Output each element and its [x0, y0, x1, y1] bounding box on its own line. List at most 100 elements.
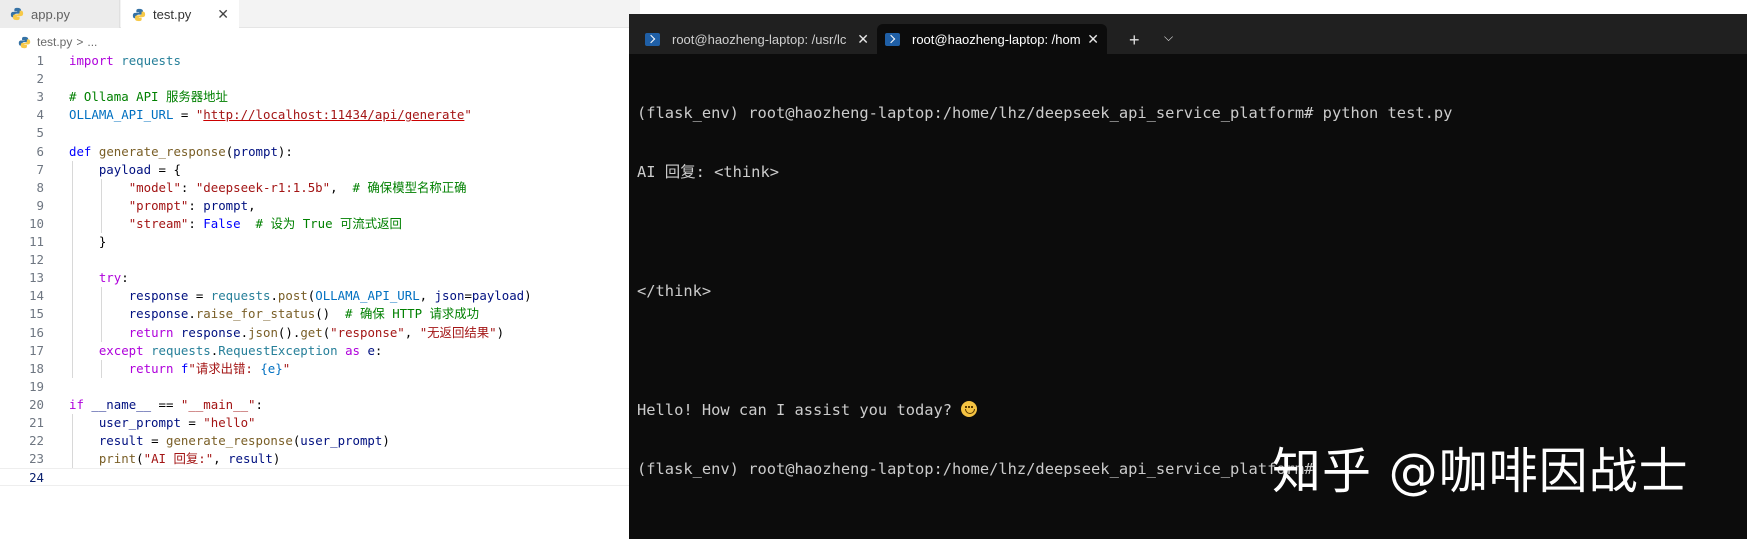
code-token: OLLAMA_API_URL — [69, 107, 174, 123]
code-text: response.raise_for_status() # 确保 HTTP 请求… — [69, 305, 479, 323]
python-file-icon — [132, 8, 146, 21]
line-number: 9 — [36, 197, 44, 213]
code-line[interactable]: 7 payload = { — [0, 161, 640, 179]
tab-test-py[interactable]: test.py ✕ — [121, 0, 239, 29]
terminal-line: (flask_env) root@haozheng-laptop:/home/l… — [637, 103, 1453, 122]
code-line[interactable]: 16 return response.json().get("response"… — [0, 324, 640, 342]
code-token: get — [300, 324, 323, 340]
code-line[interactable]: 4 OLLAMA_API_URL = "http://localhost:1143… — [0, 106, 640, 124]
code-token: (). — [277, 324, 301, 340]
code-token: try — [98, 270, 122, 286]
code-token: = — [143, 433, 166, 449]
code-token: requests — [121, 53, 181, 68]
code-token: payload — [471, 288, 525, 304]
code-line[interactable]: 17 except requests.RequestException as e… — [0, 342, 640, 360]
code-token: json — [434, 288, 465, 304]
code-line[interactable]: 22 result = generate_response(user_promp… — [0, 432, 640, 450]
code-token: # Ollama API 服务器地址 — [69, 89, 228, 105]
code-text: return response.json().get("response", "… — [69, 324, 504, 342]
code-token: return — [128, 360, 174, 376]
code-line[interactable]: 11 } — [0, 233, 640, 251]
breadcrumb-more[interactable]: ... — [87, 35, 97, 49]
code-token: = — [464, 288, 472, 304]
code-token: prompt — [233, 143, 278, 159]
code-line[interactable]: 13 try: — [0, 269, 640, 287]
code-token: generate_response — [98, 143, 226, 159]
code-token: user_prompt — [98, 415, 181, 430]
code-token: http://localhost:11434/api/generate — [203, 107, 465, 123]
code-token: e — [367, 342, 375, 358]
new-tab-button[interactable]: + — [1129, 30, 1140, 51]
terminal-tab-1[interactable]: root@haozheng-laptop: /usr/lc ✕ — [637, 24, 877, 54]
code-token: OLLAMA_API_URL — [315, 288, 420, 304]
line-number: 23 — [29, 451, 44, 467]
code-line[interactable]: 12 — [0, 251, 640, 269]
line-number: 3 — [36, 89, 44, 105]
code-token: : — [188, 197, 204, 213]
chevron-down-icon[interactable]: ⌵ — [1164, 30, 1173, 45]
code-text: "model": "deepseek-r1:1.5b", # 确保模型名称正确 — [69, 179, 467, 197]
code-token: requests — [210, 288, 271, 304]
code-token: } — [69, 234, 107, 249]
code-token: prompt — [203, 197, 249, 213]
terminal-tab-2[interactable]: root@haozheng-laptop: /hom ✕ — [877, 24, 1107, 54]
close-icon[interactable]: ✕ — [217, 6, 229, 23]
code-token: , — [419, 288, 435, 304]
code-line[interactable]: 9 "prompt": prompt, — [0, 197, 640, 215]
code-token: except — [98, 342, 144, 358]
code-line[interactable]: 5 — [0, 124, 640, 142]
tab-app-py[interactable]: app.py — [0, 0, 120, 28]
code-line[interactable]: 23 print("AI 回复:", result) — [0, 450, 640, 468]
code-token: = { — [151, 161, 181, 177]
code-line[interactable]: 19 — [0, 378, 640, 396]
code-text: "prompt": prompt, — [69, 197, 256, 215]
code-line[interactable]: 14 response = requests.post(OLLAMA_API_U… — [0, 287, 640, 305]
code-token: , — [330, 179, 353, 195]
code-line[interactable]: 15 response.raise_for_status() # 确保 HTTP… — [0, 305, 640, 323]
code-token: response — [128, 306, 189, 322]
code-token: ) — [496, 324, 505, 340]
code-token: return — [128, 324, 174, 340]
code-token: "model" — [128, 179, 181, 195]
python-file-icon — [10, 7, 24, 21]
code-token: ( — [136, 451, 144, 467]
indent-guide — [72, 160, 73, 378]
code-line[interactable]: 8 "model": "deepseek-r1:1.5b", # 确保模型名称正… — [0, 179, 640, 197]
code-token: raise_for_status — [195, 306, 316, 322]
code-token: import — [69, 53, 114, 68]
code-token: json — [248, 324, 278, 340]
close-icon[interactable]: ✕ — [857, 31, 869, 48]
code-line[interactable]: 1 import requests — [0, 52, 640, 70]
code-token: : — [255, 396, 263, 412]
code-text: import requests — [69, 52, 181, 70]
code-line[interactable]: 18 return f"请求出错: {e}" — [0, 360, 640, 378]
code-line[interactable]: 10 "stream": False # 设为 True 可流式返回 — [0, 215, 640, 233]
code-token: requests — [151, 342, 211, 358]
breadcrumb-file[interactable]: test.py — [37, 35, 72, 49]
line-number: 17 — [29, 342, 44, 358]
code-editor[interactable]: app.py test.py ✕ test.py > ... 1 import r… — [0, 0, 640, 539]
code-token: payload — [98, 161, 152, 177]
line-number: 7 — [36, 161, 44, 177]
close-icon[interactable]: ✕ — [1087, 31, 1099, 48]
code-line[interactable]: 3 # Ollama API 服务器地址 — [0, 88, 640, 106]
code-line[interactable]: 24 — [0, 468, 640, 487]
code-text: except requests.RequestException as e: — [69, 342, 383, 360]
breadcrumb: test.py > ... — [18, 33, 97, 51]
code-line[interactable]: 21 user_prompt = "hello" — [0, 414, 640, 432]
code-token: . — [188, 306, 196, 322]
code-token: "hello" — [203, 415, 256, 430]
code-token: "deepseek-r1:1.5b" — [195, 179, 331, 195]
code-line[interactable]: 20 if __name__ == "__main__": — [0, 396, 640, 414]
code-line[interactable]: 6 def generate_response(prompt): — [0, 143, 640, 161]
code-token: generate_response — [166, 433, 293, 449]
terminal-line-reply: Hello! How can I assist you today? — [637, 400, 1737, 421]
indent-guide — [101, 359, 102, 378]
code-line[interactable]: 2 — [0, 70, 640, 88]
code-token: , — [248, 197, 256, 213]
code-text: def generate_response(prompt): — [69, 143, 293, 161]
